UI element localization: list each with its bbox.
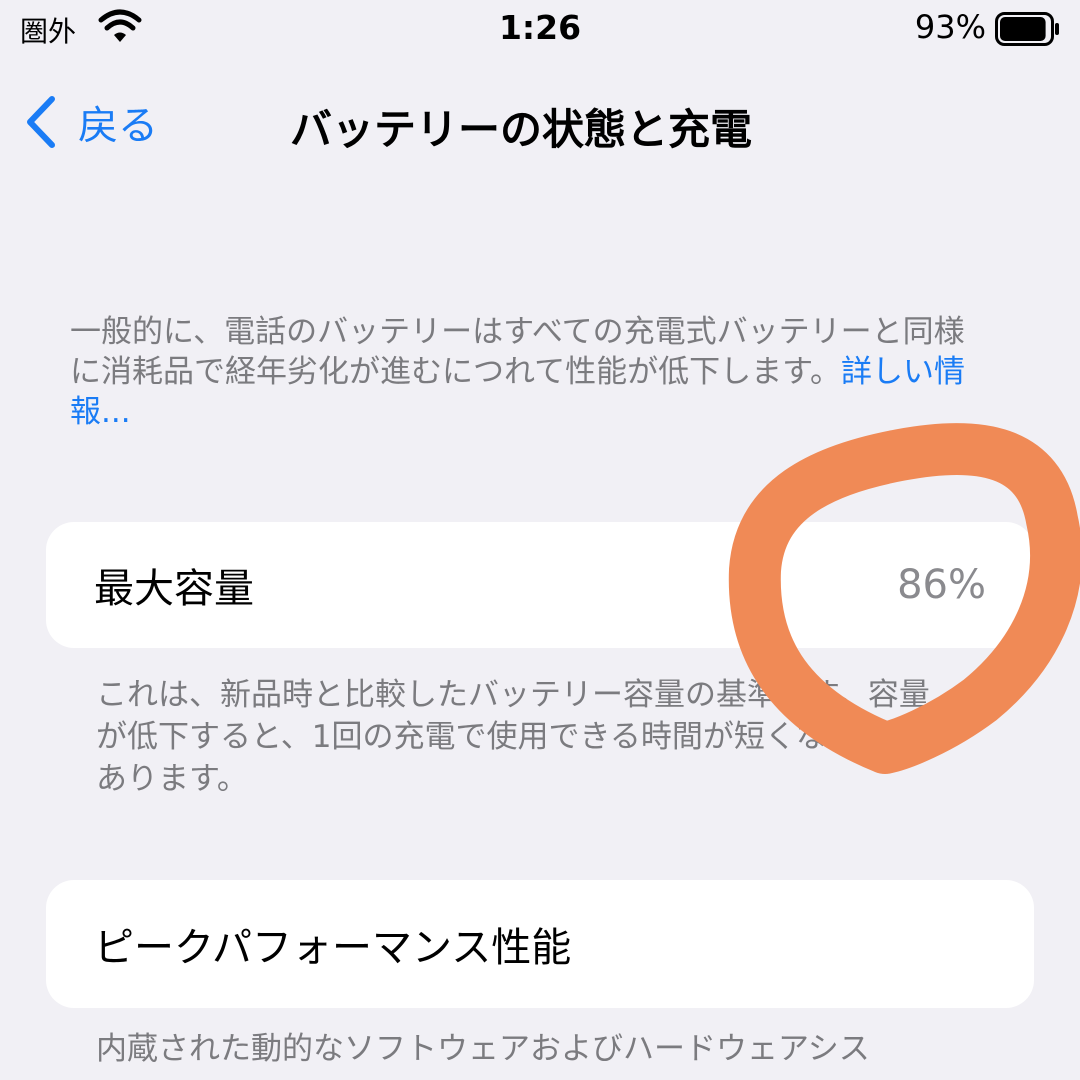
navigation-bar: 戻る バッテリーの状態と充電 (0, 80, 1080, 166)
capacity-footnote: これは、新品時と比較したバッテリー容量の基準です。容量が低下すると、1回の充電で… (96, 677, 951, 797)
peak-performance-cell: ピークパフォーマンス性能 (46, 880, 1034, 1008)
battery-icon (995, 12, 1059, 46)
chevron-left-icon (27, 96, 55, 148)
back-button[interactable]: 戻る (24, 94, 158, 150)
maximum-capacity-cell: 最大容量 86% (46, 522, 1034, 648)
maximum-capacity-value: 86% (897, 562, 986, 608)
maximum-capacity-label: 最大容量 (94, 566, 254, 612)
peak-performance-footnote: 内蔵された動的なソフトウェアおよびハードウェアシス (96, 1031, 870, 1067)
intro-description: 一般的に、電話のバッテリーはすべての充電式バッテリーと同様に消耗品で経年劣化が進… (70, 312, 990, 432)
page-title: バッテリーの状態と充電 (290, 105, 753, 154)
intro-text: 一般的に、電話のバッテリーはすべての充電式バッテリーと同様に消耗品で経年劣化が進… (70, 314, 965, 390)
battery-percentage: 93% (914, 8, 986, 46)
status-bar: 圏外 1:26 93% (0, 0, 1080, 62)
back-label: 戻る (78, 103, 158, 149)
peak-performance-label: ピークパフォーマンス性能 (94, 925, 572, 971)
